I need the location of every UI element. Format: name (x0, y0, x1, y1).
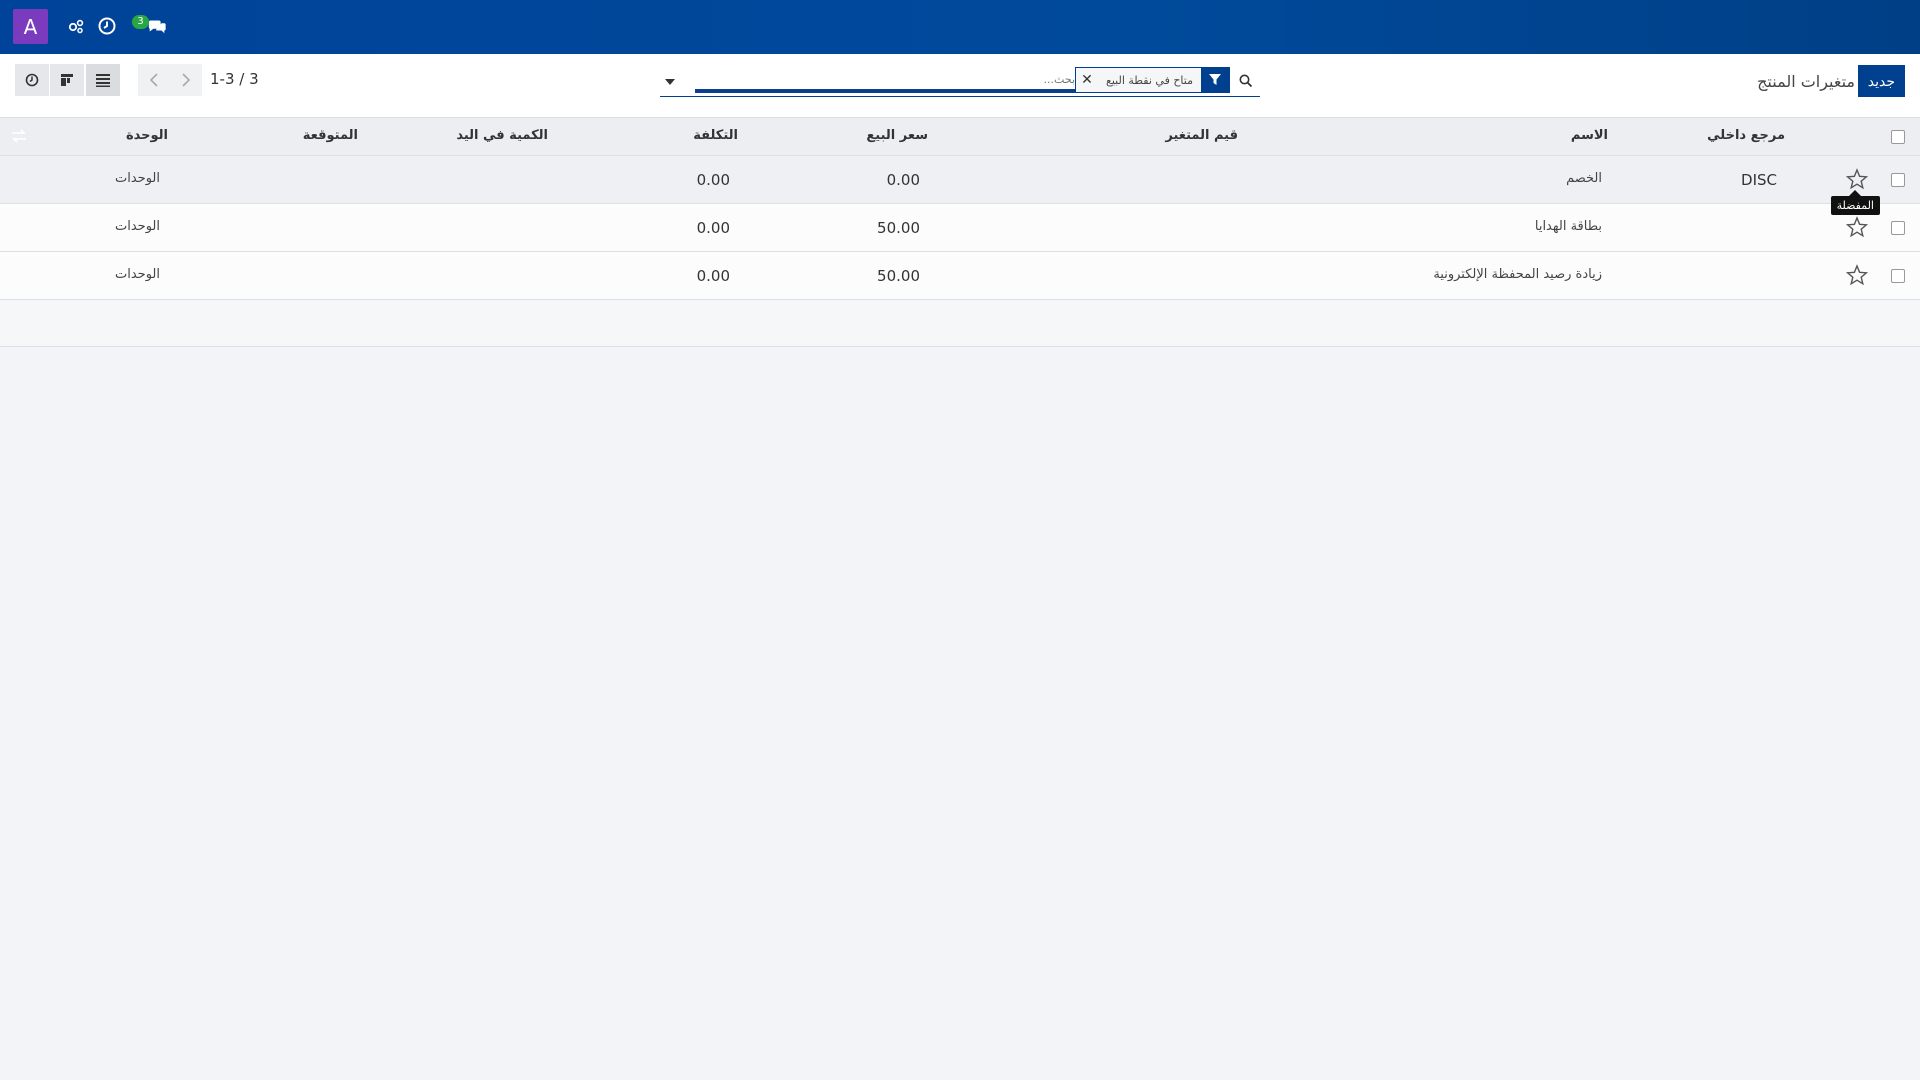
select-all-checkbox[interactable] (1891, 130, 1905, 144)
cell-sale-price: 50.00 (877, 219, 920, 237)
pager-next-button[interactable] (170, 64, 202, 96)
favorite-tooltip: المفضلة (1830, 190, 1880, 215)
list-icon (96, 74, 110, 87)
search-options-toggle-icon[interactable] (662, 75, 678, 89)
cell-uom: الوحدات (115, 267, 160, 282)
table-empty-row (0, 300, 1920, 347)
facet-remove-icon[interactable]: ✕ (1075, 68, 1098, 92)
activity-view-button[interactable] (15, 64, 49, 96)
cell-uom: الوحدات (115, 171, 160, 186)
column-header-qty-on-hand[interactable]: الكمية في اليد (456, 128, 548, 143)
table-row[interactable]: بطاقة الهدايا 50.00 0.00 الوحدات (0, 204, 1920, 252)
column-header-sale-price[interactable]: سعر البيع (866, 128, 928, 143)
search-bar: متاح في نقطة البيع ✕ (660, 65, 1260, 97)
clock-icon[interactable] (96, 15, 118, 37)
column-header-forecast[interactable]: المتوقعة (303, 128, 358, 143)
cell-ref: DISC (1741, 171, 1777, 189)
column-header-cost[interactable]: التكلفة (693, 128, 738, 143)
table-row[interactable]: DISC الخصم 0.00 0.00 الوحدات (0, 156, 1920, 204)
chevron-right-icon (182, 73, 191, 87)
cell-cost: 0.00 (696, 267, 730, 285)
favorite-star-icon[interactable] (1846, 168, 1868, 190)
facet-label: متاح في نقطة البيع (1097, 68, 1201, 92)
optional-columns-icon[interactable] (10, 128, 28, 144)
kanban-icon (61, 74, 73, 86)
search-input[interactable] (695, 69, 1075, 93)
clock-icon (25, 73, 39, 87)
row-checkbox[interactable] (1891, 173, 1905, 187)
list-view-button[interactable] (86, 64, 120, 96)
messages-badge: 3 (132, 15, 149, 29)
favorite-star-icon[interactable] (1846, 216, 1868, 238)
user-avatar[interactable]: A (13, 9, 48, 44)
new-button[interactable]: جديد (1857, 65, 1905, 97)
activity-icon[interactable] (65, 15, 87, 37)
cell-name: الخصم (1566, 171, 1602, 186)
cell-uom: الوحدات (115, 219, 160, 234)
cell-sale-price: 0.00 (886, 171, 920, 189)
table-row[interactable]: زيادة رصيد المحفظة الإلكترونية 50.00 0.0… (0, 252, 1920, 300)
row-checkbox[interactable] (1891, 269, 1905, 283)
column-header-uom[interactable]: الوحدة (126, 128, 168, 143)
column-header-variant-values[interactable]: قيم المتغير (1165, 128, 1238, 143)
gears-icon (68, 19, 84, 34)
search-icon[interactable] (1236, 71, 1256, 91)
search-facet: متاح في نقطة البيع ✕ (1074, 67, 1230, 93)
cell-name: زيادة رصيد المحفظة الإلكترونية (1433, 267, 1602, 282)
messages-icon[interactable] (146, 15, 168, 37)
product-variants-table: مرجع داخلي الاسم قيم المتغير سعر البيع ا… (0, 118, 1920, 347)
row-checkbox[interactable] (1891, 221, 1905, 235)
cell-name: بطاقة الهدايا (1534, 219, 1602, 234)
table-header-row: مرجع داخلي الاسم قيم المتغير سعر البيع ا… (0, 118, 1920, 156)
pager-value[interactable]: 1-3 / 3 (210, 70, 259, 88)
kanban-view-button[interactable] (50, 64, 84, 96)
pager-previous-button[interactable] (138, 64, 170, 96)
cell-cost: 0.00 (696, 171, 730, 189)
column-header-ref[interactable]: مرجع داخلي (1707, 128, 1785, 143)
chevron-left-icon (149, 73, 158, 87)
cell-sale-price: 50.00 (877, 267, 920, 285)
cell-cost: 0.00 (696, 219, 730, 237)
column-header-name[interactable]: الاسم (1571, 128, 1608, 143)
top-navbar: A 3 (0, 0, 1920, 54)
breadcrumb: متغيرات المنتج (1757, 72, 1855, 91)
favorite-star-icon[interactable] (1846, 264, 1868, 286)
filter-icon (1201, 68, 1229, 92)
control-panel: جديد متغيرات المنتج متاح في نقطة البيع ✕… (0, 54, 1920, 118)
